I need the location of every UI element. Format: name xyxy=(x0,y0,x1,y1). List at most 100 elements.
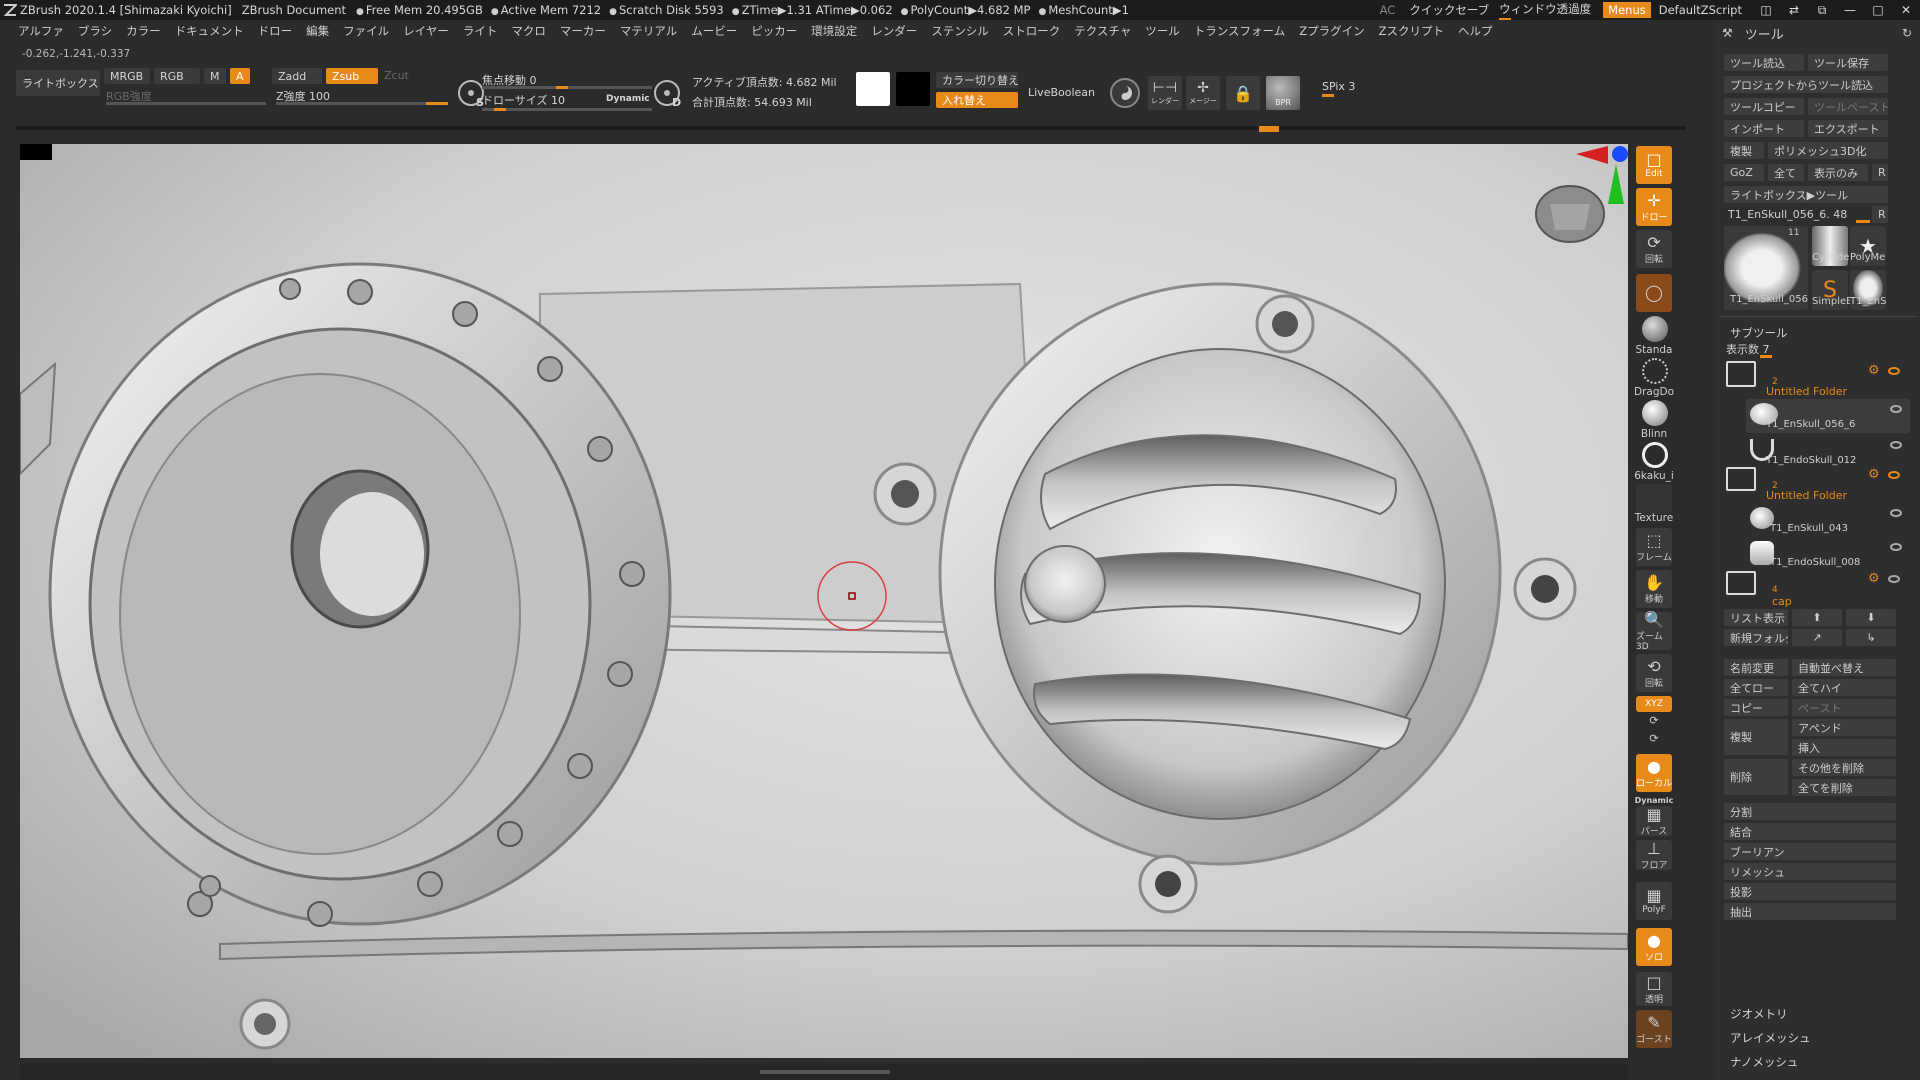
menu-transform[interactable]: トランスフォーム xyxy=(1194,23,1285,39)
copy-tool-button[interactable]: ツールコピー xyxy=(1724,98,1804,115)
draw-button[interactable]: ✛ ドロー xyxy=(1636,188,1672,226)
menu-document[interactable]: ドキュメント xyxy=(175,23,244,39)
zsub-button[interactable]: Zsub xyxy=(326,68,378,84)
floor-button[interactable]: ⊥ フロア xyxy=(1636,839,1672,871)
folder-gear-icon[interactable]: ⚙ xyxy=(1868,467,1880,482)
rotate3d-button[interactable]: ⟲ 回転 xyxy=(1636,654,1672,692)
split-menu[interactable]: 分割 xyxy=(1724,803,1896,820)
zcut-button[interactable]: Zcut xyxy=(384,69,409,82)
all-high-button[interactable]: 全てハイ xyxy=(1792,679,1896,696)
swap-color-button[interactable]: 入れ替え xyxy=(936,92,1018,108)
perspective-button[interactable]: ▦ パース xyxy=(1636,805,1672,837)
load-tool-button[interactable]: ツール読込 xyxy=(1724,54,1804,71)
subtool-row[interactable]: T1_EnSkull_043 xyxy=(1746,503,1910,537)
edit-button[interactable]: □ Edit xyxy=(1636,146,1672,184)
lightbox-button[interactable]: ライトボックス xyxy=(16,70,100,96)
secondary-color-swatch[interactable] xyxy=(896,72,930,106)
menu-light[interactable]: ライト xyxy=(463,23,498,39)
subtool-row-selected[interactable]: T1_EnSkull_056_6 xyxy=(1746,399,1910,433)
nanomesh-section[interactable]: ナノメッシュ xyxy=(1730,1054,1798,1070)
menu-stroke[interactable]: ストローク xyxy=(1003,23,1061,39)
folder-eye-icon[interactable] xyxy=(1888,575,1900,583)
subtool-eye-icon[interactable] xyxy=(1890,441,1902,449)
list-all-button[interactable]: リスト表示 xyxy=(1724,609,1788,626)
merge-menu[interactable]: 結合 xyxy=(1724,823,1896,840)
polyf-button[interactable]: ▦ PolyF xyxy=(1636,882,1672,920)
menu-file[interactable]: ファイル xyxy=(343,23,389,39)
goz-all-button[interactable]: 全て xyxy=(1768,164,1804,181)
menu-render[interactable]: レンダー xyxy=(871,23,917,39)
append-button[interactable]: アペンド xyxy=(1792,719,1896,736)
folder-eye-icon[interactable] xyxy=(1888,367,1900,375)
spix-slider[interactable]: SPix 3 xyxy=(1322,80,1355,93)
subtool-eye-icon[interactable] xyxy=(1890,509,1902,517)
ghost-button[interactable]: ✎ ゴースト xyxy=(1636,1010,1672,1048)
swap-icon[interactable]: ⇄ xyxy=(1780,3,1808,17)
color-switch-button[interactable]: カラー切り替え xyxy=(936,72,1019,88)
restore-icon[interactable]: ⧉ xyxy=(1808,3,1836,18)
zadd-button[interactable]: Zadd xyxy=(272,68,322,84)
bpr-button[interactable]: BPR xyxy=(1266,76,1300,110)
menu-color[interactable]: カラー xyxy=(126,23,161,39)
rotate-button[interactable]: ⟳ 回転 xyxy=(1636,230,1672,268)
all-low-button[interactable]: 全てロー xyxy=(1724,679,1788,696)
subtool-eye-icon[interactable] xyxy=(1890,405,1902,413)
goz-visible-button[interactable]: 表示のみ xyxy=(1808,164,1868,181)
extract-menu[interactable]: 抽出 xyxy=(1724,903,1896,920)
lightbox-tools-button[interactable]: ライトボックス▶ツール xyxy=(1724,186,1888,203)
project-menu[interactable]: 投影 xyxy=(1724,883,1896,900)
subtool-title[interactable]: サブツール xyxy=(1730,325,1788,341)
palette-toggle-icon[interactable]: ↻ xyxy=(1902,26,1912,40)
menu-draw[interactable]: ドロー xyxy=(258,23,293,39)
folder-gear-icon[interactable]: ⚙ xyxy=(1868,363,1880,378)
menu-stencil[interactable]: ステンシル xyxy=(931,23,989,39)
menu-movie[interactable]: ムービー xyxy=(691,23,737,39)
frame-button[interactable]: ⬚ フレーム xyxy=(1636,528,1672,566)
folder-eye-icon[interactable] xyxy=(1888,471,1900,479)
layout-icon[interactable]: ◫ xyxy=(1752,3,1780,17)
autoreorder-button[interactable]: 自動並べ替え xyxy=(1792,659,1896,676)
subtool-eye-icon[interactable] xyxy=(1890,543,1902,551)
viewport-canvas[interactable] xyxy=(20,144,1628,1058)
bottom-tray-grip[interactable] xyxy=(760,1070,890,1074)
delete-all-button[interactable]: 全てを削除 xyxy=(1792,779,1896,796)
z-rotate-icon[interactable]: ⟳ xyxy=(1634,732,1674,745)
folder-gear-icon[interactable]: ⚙ xyxy=(1868,571,1880,586)
geometry-section[interactable]: ジオメトリ xyxy=(1730,1006,1788,1022)
zoom3d-button[interactable]: 🔍 ズーム3D xyxy=(1636,610,1672,652)
boolean-menu[interactable]: ブーリアン xyxy=(1724,843,1896,860)
current-tool-slider[interactable]: T1_EnSkull_056_6. 48 xyxy=(1728,208,1847,221)
clone-button[interactable]: 複製 xyxy=(1724,142,1764,159)
menu-picker[interactable]: ピッカー xyxy=(751,23,797,39)
folder-name[interactable]: Untitled Folder xyxy=(1766,489,1847,502)
move-button[interactable]: ✋ 移動 xyxy=(1636,570,1672,608)
mrgb-button[interactable]: MRGB xyxy=(104,68,150,84)
y-rotate-icon[interactable]: ⟳ xyxy=(1634,714,1674,727)
duplicate-button[interactable]: 複製 xyxy=(1724,719,1788,755)
transparency-button[interactable]: □ 透明 xyxy=(1636,972,1672,1006)
menu-help[interactable]: ヘルプ xyxy=(1458,23,1493,39)
mage-icon[interactable]: ✢ メージー xyxy=(1186,76,1220,110)
spotlight-icon[interactable] xyxy=(1110,78,1140,108)
move-up-icon[interactable]: ⬆ xyxy=(1792,609,1842,626)
alpha-6kaku-icon[interactable] xyxy=(1642,442,1668,468)
menu-edit[interactable]: 編集 xyxy=(306,23,329,39)
folder-name[interactable]: Untitled Folder xyxy=(1766,385,1847,398)
material-color-button[interactable]: ◯ xyxy=(1636,274,1672,312)
folder-icon[interactable] xyxy=(1726,571,1756,595)
save-tool-button[interactable]: ツール保存 xyxy=(1808,54,1888,71)
default-zscript-button[interactable]: DefaultZScript xyxy=(1659,3,1742,17)
menu-macro[interactable]: マクロ xyxy=(511,23,546,39)
draw-size-slider[interactable]: ドローサイズ 10 xyxy=(482,92,565,108)
local-button[interactable]: ● ローカル xyxy=(1636,754,1672,792)
solo-button[interactable]: ● ソロ xyxy=(1636,928,1672,966)
menu-tool[interactable]: ツール xyxy=(1145,23,1180,39)
insert-button[interactable]: 挿入 xyxy=(1792,739,1896,756)
standard-brush-icon[interactable] xyxy=(1642,316,1668,342)
menu-brush[interactable]: ブラシ xyxy=(78,23,112,39)
window-opacity-slider[interactable]: ウィンドウ透過度 xyxy=(1499,1,1591,21)
move-folder-up-icon[interactable]: ↗ xyxy=(1792,629,1842,646)
texture-slot[interactable] xyxy=(1636,484,1672,514)
delete-button[interactable]: 削除 xyxy=(1724,759,1788,795)
xyz-button[interactable]: XYZ xyxy=(1636,696,1672,712)
